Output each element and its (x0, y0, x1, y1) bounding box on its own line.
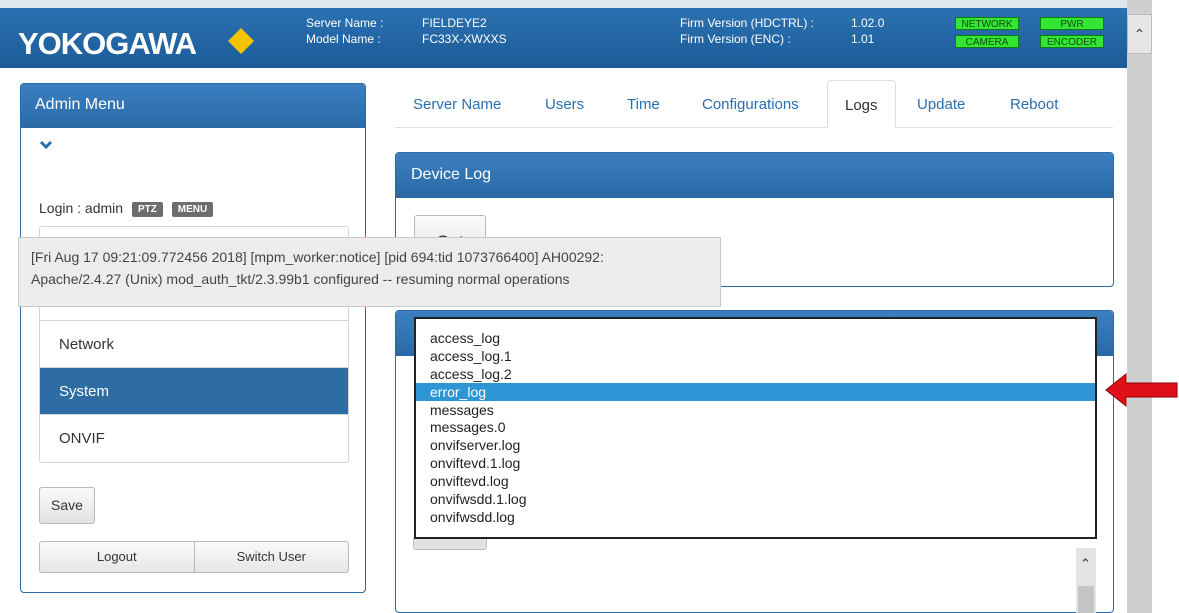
server-name-value: FIELDEYE2 (422, 16, 487, 30)
chevron-down-icon[interactable] (39, 138, 53, 152)
hidden-button-edge (413, 538, 487, 550)
tab-time[interactable]: Time (627, 96, 660, 113)
settings-tabs: Server Name Users Time Configurations Lo… (395, 80, 1113, 128)
logout-button[interactable]: Logout (40, 542, 195, 572)
logo-diamond-icon (228, 28, 254, 54)
ptz-tag[interactable]: PTZ (131, 201, 163, 217)
tab-logs[interactable]: Logs (827, 80, 896, 128)
tab-users[interactable]: Users (545, 96, 584, 113)
device-log-title: Device Log (396, 153, 1113, 198)
nav-item-network[interactable]: Network (40, 321, 348, 368)
camera-status-badge: CAMERA (955, 35, 1019, 48)
option-onviftevd-log[interactable]: onviftevd.log (416, 472, 1095, 490)
admin-menu-title: Admin Menu (21, 84, 365, 128)
option-onvifwsdd-log[interactable]: onvifwsdd.log (416, 508, 1095, 526)
option-messages[interactable]: messages (416, 401, 1095, 419)
encoder-status-badge: ENCODER (1040, 35, 1104, 48)
page-scrollbar[interactable]: ⌃ (1127, 0, 1152, 613)
login-label: Login : admin (39, 200, 124, 216)
switch-user-button[interactable]: Switch User (195, 542, 349, 572)
pwr-status-badge: PWR (1040, 17, 1104, 30)
nav-item-onvif[interactable]: ONVIF (40, 415, 348, 462)
tab-configurations[interactable]: Configurations (702, 96, 799, 113)
save-button[interactable]: Save (39, 487, 95, 524)
log-text-area[interactable]: [Fri Aug 17 09:21:09.772456 2018] [mpm_w… (18, 237, 721, 307)
nav-item-system[interactable]: System (40, 368, 348, 415)
login-info: Login : admin PTZ MENU (39, 200, 214, 217)
tab-server-name[interactable]: Server Name (413, 96, 501, 113)
firm-enc-label: Firm Version (ENC) : (680, 32, 791, 46)
model-name-value: FC33X-XWXXS (422, 32, 507, 46)
log-file-dropdown[interactable]: access_log access_log.1 access_log.2 err… (414, 317, 1097, 539)
firm-hdctrl-value: 1.02.0 (851, 16, 885, 30)
scroll-up-icon[interactable]: ⌃ (1127, 14, 1152, 54)
option-onvifwsdd-1-log[interactable]: onvifwsdd.1.log (416, 490, 1095, 508)
header-bar: YOKOGAWA Server Name : Model Name : FIEL… (0, 8, 1127, 68)
log-scrollbar[interactable]: ⌃ (1076, 548, 1096, 613)
option-error-log[interactable]: error_log (416, 382, 1095, 401)
option-access-log[interactable]: access_log (416, 329, 1095, 347)
admin-menu-panel: Admin Menu Login : admin PTZ MENU Home C… (20, 83, 366, 593)
option-access-log-2[interactable]: access_log.2 (416, 365, 1095, 383)
log-scroll-thumb[interactable] (1078, 586, 1094, 613)
scroll-up-icon[interactable]: ⌃ (1080, 556, 1091, 572)
tab-update[interactable]: Update (917, 96, 965, 113)
red-arrow-icon (1105, 372, 1178, 408)
option-onvifserver-log[interactable]: onvifserver.log (416, 436, 1095, 454)
model-name-label: Model Name : (306, 32, 381, 46)
network-status-badge: NETWORK (955, 17, 1019, 30)
option-onviftevd-1-log[interactable]: onviftevd.1.log (416, 454, 1095, 472)
session-buttons: Logout Switch User (39, 541, 349, 573)
firm-enc-value: 1.01 (851, 32, 875, 46)
yokogawa-logo: YOKOGAWA (18, 26, 197, 61)
tab-reboot[interactable]: Reboot (1010, 96, 1058, 113)
firm-hdctrl-label: Firm Version (HDCTRL) : (680, 16, 815, 30)
option-access-log-1[interactable]: access_log.1 (416, 347, 1095, 365)
server-name-label: Server Name : (306, 16, 384, 30)
menu-tag[interactable]: MENU (171, 201, 214, 217)
option-messages-0[interactable]: messages.0 (416, 418, 1095, 436)
top-strip (0, 0, 1127, 8)
